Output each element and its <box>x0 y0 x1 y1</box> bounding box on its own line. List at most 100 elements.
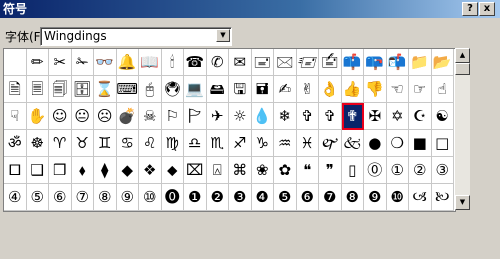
symbol-cell[interactable]: ♈ <box>49 130 72 157</box>
symbol-cell[interactable]: ⍓ <box>206 157 229 184</box>
scroll-down-icon[interactable]: ▼ <box>455 195 470 210</box>
symbol-cell[interactable]: ✁ <box>71 49 94 76</box>
symbol-cell-selected[interactable]: ✟ <box>341 103 364 130</box>
symbol-cell[interactable]: ② <box>409 157 432 184</box>
symbol-cell[interactable]: ☟ <box>4 103 27 130</box>
symbol-cell[interactable]: ⌨ <box>116 76 139 103</box>
symbol-cell[interactable]: ● <box>364 130 387 157</box>
symbol-cell[interactable]: ❾ <box>364 184 387 211</box>
scroll-up-icon[interactable]: ▲ <box>455 48 470 63</box>
symbol-cell[interactable]: ⑦ <box>71 184 94 211</box>
symbol-cell[interactable]: 👍 <box>341 76 364 103</box>
symbol-cell[interactable]: ⬥ <box>161 157 184 184</box>
symbol-cell[interactable]: ④ <box>4 184 27 211</box>
symbol-cell[interactable]: 🖬 <box>251 76 274 103</box>
symbol-cell[interactable]: ♏ <box>206 130 229 157</box>
symbol-cell[interactable]: ⌛ <box>94 76 117 103</box>
symbol-cell[interactable]: 🙢 <box>409 184 432 211</box>
symbol-cell[interactable]: ♍ <box>161 130 184 157</box>
symbol-cell[interactable]: ■ <box>409 130 432 157</box>
symbol-cell[interactable]: 👓 <box>94 49 117 76</box>
symbol-cell[interactable]: ✉ <box>229 49 252 76</box>
symbol-cell[interactable]: ♌ <box>139 130 162 157</box>
symbol-cell[interactable]: ✿ <box>274 157 297 184</box>
symbol-cell[interactable] <box>4 49 27 76</box>
symbol-cell[interactable]: 🖆 <box>319 49 342 76</box>
symbol-cell[interactable]: ✂ <box>49 49 72 76</box>
symbol-cell[interactable]: 🖃 <box>251 49 274 76</box>
symbol-cell[interactable]: 💧 <box>251 103 274 130</box>
symbol-cell[interactable]: ⌧ <box>184 157 207 184</box>
symbol-cell[interactable]: ⓪ <box>364 157 387 184</box>
symbol-cell[interactable]: ⓿ <box>161 184 184 211</box>
symbol-cell[interactable]: 📖 <box>139 49 162 76</box>
symbol-cell[interactable]: ❺ <box>274 184 297 211</box>
symbol-cell[interactable]: □ <box>431 130 454 157</box>
symbol-cell[interactable]: ☸ <box>26 130 49 157</box>
symbol-cell[interactable]: ☜ <box>386 76 409 103</box>
symbol-cell[interactable]: ❞ <box>319 157 342 184</box>
symbol-cell[interactable]: ⑧ <box>94 184 117 211</box>
symbol-cell[interactable]: 🞐 <box>4 157 27 184</box>
symbol-cell[interactable]: ♋ <box>116 130 139 157</box>
symbol-cell[interactable]: 📁 <box>409 49 432 76</box>
symbol-cell[interactable]: ☪ <box>409 103 432 130</box>
symbol-cell[interactable]: ❍ <box>386 130 409 157</box>
symbol-cell[interactable]: 📂 <box>431 49 454 76</box>
symbol-cell[interactable]: ✍ <box>274 76 297 103</box>
symbol-cell[interactable]: ♉ <box>71 130 94 157</box>
symbol-cell[interactable]: 🕯 <box>161 49 184 76</box>
symbol-cell[interactable]: ⌘ <box>229 157 252 184</box>
symbol-cell[interactable]: ❶ <box>184 184 207 211</box>
symbol-cell[interactable]: ☎ <box>184 49 207 76</box>
symbol-cell[interactable]: ✆ <box>206 49 229 76</box>
symbol-cell[interactable]: 👌 <box>319 76 342 103</box>
symbol-cell[interactable]: ☹ <box>94 103 117 130</box>
symbol-cell[interactable]: 📬 <box>386 49 409 76</box>
symbol-cell[interactable]: ⬧ <box>71 157 94 184</box>
symbol-cell[interactable]: ⑤ <box>26 184 49 211</box>
close-button[interactable]: x <box>479 2 495 16</box>
symbol-cell[interactable]: ◆ <box>116 157 139 184</box>
symbol-cell[interactable]: ♑ <box>251 130 274 157</box>
symbol-cell[interactable]: 🙠 <box>431 184 454 211</box>
symbol-cell[interactable]: 🖰 <box>139 76 162 103</box>
symbol-cell[interactable]: ❝ <box>296 157 319 184</box>
symbol-cell[interactable]: 🙰 <box>319 130 342 157</box>
symbol-cell[interactable]: 🖂 <box>274 49 297 76</box>
symbol-cell[interactable]: 📫 <box>341 49 364 76</box>
symbol-cell[interactable]: ♎ <box>184 130 207 157</box>
symbol-cell[interactable]: ॐ <box>4 130 27 157</box>
symbol-cell[interactable]: ✞ <box>296 103 319 130</box>
symbol-cell[interactable]: ❑ <box>26 157 49 184</box>
symbol-cell[interactable]: ☼ <box>229 103 252 130</box>
symbol-cell[interactable]: ⑥ <box>49 184 72 211</box>
symbol-cell[interactable]: 💣 <box>116 103 139 130</box>
symbol-cell[interactable]: ❹ <box>251 184 274 211</box>
symbol-cell[interactable]: ♓ <box>296 130 319 157</box>
symbol-cell[interactable]: ♊ <box>94 130 117 157</box>
symbol-cell[interactable]: ✋ <box>26 103 49 130</box>
symbol-cell[interactable]: ⑩ <box>139 184 162 211</box>
symbol-cell[interactable]: ❀ <box>251 157 274 184</box>
symbol-cell[interactable]: ❻ <box>296 184 319 211</box>
symbol-cell[interactable]: 🖫 <box>229 76 252 103</box>
symbol-cell[interactable]: ❖ <box>139 157 162 184</box>
symbol-cell[interactable]: 🗐 <box>49 76 72 103</box>
symbol-cell[interactable]: ❿ <box>386 184 409 211</box>
symbol-cell[interactable]: ⚐ <box>161 103 184 130</box>
symbol-cell[interactable]: ✌ <box>296 76 319 103</box>
symbol-cell[interactable]: ❸ <box>229 184 252 211</box>
symbol-cell[interactable]: 🗄 <box>71 76 94 103</box>
symbol-cell[interactable]: ✠ <box>364 103 387 130</box>
symbol-cell[interactable]: ✡ <box>386 103 409 130</box>
symbol-cell[interactable]: 🖲 <box>161 76 184 103</box>
vertical-scrollbar[interactable]: ▲ ▼ <box>455 48 470 210</box>
scroll-thumb[interactable] <box>455 63 470 75</box>
symbol-cell[interactable]: ① <box>386 157 409 184</box>
symbol-cell[interactable]: ✞ <box>319 103 342 130</box>
symbol-cell[interactable]: ❄ <box>274 103 297 130</box>
chevron-down-icon[interactable]: ▼ <box>216 29 230 42</box>
symbol-cell[interactable]: 🗏 <box>26 76 49 103</box>
font-select[interactable]: Wingdings ▼ <box>40 27 232 46</box>
